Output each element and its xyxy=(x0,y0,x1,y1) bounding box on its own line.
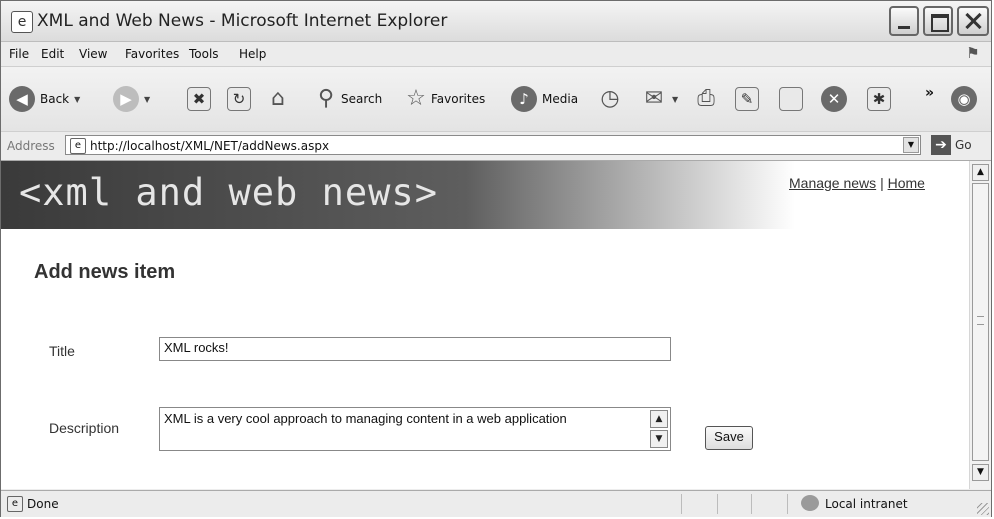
media-label: Media xyxy=(542,92,579,106)
status-divider xyxy=(717,494,718,514)
scroll-up-button[interactable]: ▲ xyxy=(972,164,989,181)
ie-page-icon: ◉ xyxy=(951,86,977,112)
stop-button[interactable]: ✖ xyxy=(187,84,211,114)
refresh-button[interactable]: ↻ xyxy=(227,84,251,114)
mail-button[interactable]: ✉ ▼ xyxy=(641,84,678,114)
toolbar: ◀ Back ▼ ▶ ▼ ✖ ↻ ⌂ ⚲ Search ☆ Favorites … xyxy=(1,67,991,132)
research-icon: ✱ xyxy=(867,87,891,111)
browser-window: e XML and Web News - Microsoft Internet … xyxy=(0,0,992,517)
forward-arrow-icon: ▶ xyxy=(113,86,139,112)
page-done-icon: e xyxy=(7,496,23,512)
back-button[interactable]: ◀ Back ▼ xyxy=(9,84,80,114)
menu-favorites[interactable]: Favorites xyxy=(125,47,179,61)
save-button[interactable]: Save xyxy=(705,426,753,450)
address-dropdown-button[interactable]: ▼ xyxy=(903,137,919,153)
messenger-button[interactable]: ✕ xyxy=(821,84,847,114)
menu-view[interactable]: View xyxy=(79,47,107,61)
menu-file[interactable]: File xyxy=(9,47,29,61)
edit-icon: ✎ xyxy=(735,87,759,111)
status-divider xyxy=(787,494,788,514)
status-divider xyxy=(681,494,682,514)
intranet-zone-icon xyxy=(801,495,819,511)
refresh-icon: ↻ xyxy=(227,87,251,111)
description-text: XML is a very cool approach to managing … xyxy=(164,411,567,426)
favorites-button[interactable]: ☆ Favorites xyxy=(403,84,485,114)
search-icon: ⚲ xyxy=(317,86,335,111)
window-title: XML and Web News - Microsoft Internet Ex… xyxy=(37,11,448,31)
stop-icon: ✖ xyxy=(187,87,211,111)
site-banner: <xml and web news> Manage news | Home xyxy=(1,161,969,229)
description-label: Description xyxy=(49,420,120,436)
close-button[interactable] xyxy=(957,6,989,36)
search-button[interactable]: ⚲ Search xyxy=(313,84,382,114)
textarea-scroll-up-button[interactable]: ▲ xyxy=(650,410,668,428)
page-title: Add news item xyxy=(34,261,176,283)
print-button[interactable]: ⎙ xyxy=(693,84,719,114)
grip-icon xyxy=(977,316,984,325)
vertical-scrollbar[interactable]: ▲ ▼ xyxy=(969,161,991,489)
status-text: Done xyxy=(27,497,59,511)
history-icon: ◷ xyxy=(600,86,620,111)
messenger-icon: ✕ xyxy=(821,86,847,112)
back-arrow-icon: ◀ xyxy=(9,86,35,112)
ie-logo-icon: e xyxy=(11,11,33,33)
manage-news-link[interactable]: Manage news xyxy=(789,175,876,191)
link-separator: | xyxy=(880,175,884,191)
go-button[interactable]: ➔ Go xyxy=(931,135,972,155)
media-icon: ♪ xyxy=(511,86,537,112)
favorites-label: Favorites xyxy=(431,92,486,106)
home-link[interactable]: Home xyxy=(888,175,925,191)
windows-logo-icon: ⚑ xyxy=(966,44,980,62)
search-label: Search xyxy=(341,92,383,106)
star-icon: ☆ xyxy=(406,86,426,111)
menu-tools[interactable]: Tools xyxy=(189,47,219,61)
address-input[interactable]: e http://localhost/XML/NET/addNews.aspx … xyxy=(65,135,921,155)
minimize-button[interactable] xyxy=(889,6,919,36)
maximize-button[interactable] xyxy=(923,6,953,36)
title-label: Title xyxy=(49,343,75,359)
home-button[interactable]: ⌂ xyxy=(265,84,291,114)
go-label: Go xyxy=(955,138,972,152)
scroll-thumb[interactable] xyxy=(972,183,989,461)
discuss-icon xyxy=(779,87,803,111)
edit-button[interactable]: ✎ xyxy=(735,84,759,114)
mail-icon: ✉ xyxy=(644,86,664,111)
address-bar: Address e http://localhost/XML/NET/addNe… xyxy=(1,132,991,161)
title-bar: e XML and Web News - Microsoft Internet … xyxy=(1,1,991,42)
research-button[interactable]: ✱ xyxy=(867,84,891,114)
discuss-button[interactable] xyxy=(779,84,803,114)
chevron-down-icon: ▼ xyxy=(74,94,81,104)
chevron-down-icon: ▼ xyxy=(672,94,679,104)
scroll-down-button[interactable]: ▼ xyxy=(972,464,989,481)
description-textarea[interactable]: XML is a very cool approach to managing … xyxy=(159,407,671,451)
status-divider xyxy=(751,494,752,514)
menu-bar: File Edit View Favorites Tools Help ⚑ xyxy=(1,42,991,67)
resize-grip-icon[interactable] xyxy=(977,503,989,515)
back-label: Back xyxy=(40,92,70,106)
go-arrow-icon: ➔ xyxy=(931,135,951,155)
history-button[interactable]: ◷ xyxy=(597,84,623,114)
ie-page-button[interactable]: ◉ xyxy=(951,84,977,114)
menu-help[interactable]: Help xyxy=(239,47,266,61)
textarea-scroll-down-button[interactable]: ▼ xyxy=(650,430,668,448)
page-icon: e xyxy=(70,138,86,154)
security-zone-text: Local intranet xyxy=(825,497,908,511)
address-label: Address xyxy=(7,139,55,153)
site-title: <xml and web news> xyxy=(19,171,438,214)
forward-button[interactable]: ▶ ▼ xyxy=(113,84,150,114)
toolbar-more-button[interactable]: » xyxy=(925,85,934,101)
title-input[interactable]: XML rocks! xyxy=(159,337,671,361)
address-url: http://localhost/XML/NET/addNews.aspx xyxy=(90,139,330,153)
status-bar: e Done Local intranet xyxy=(1,490,991,517)
media-button[interactable]: ♪ Media xyxy=(511,84,578,114)
home-icon: ⌂ xyxy=(271,86,285,111)
menu-edit[interactable]: Edit xyxy=(41,47,64,61)
page-viewport: <xml and web news> Manage news | Home Ad… xyxy=(1,161,991,489)
printer-icon: ⎙ xyxy=(697,86,715,111)
top-links: Manage news | Home xyxy=(789,175,925,191)
chevron-down-icon: ▼ xyxy=(144,94,151,104)
